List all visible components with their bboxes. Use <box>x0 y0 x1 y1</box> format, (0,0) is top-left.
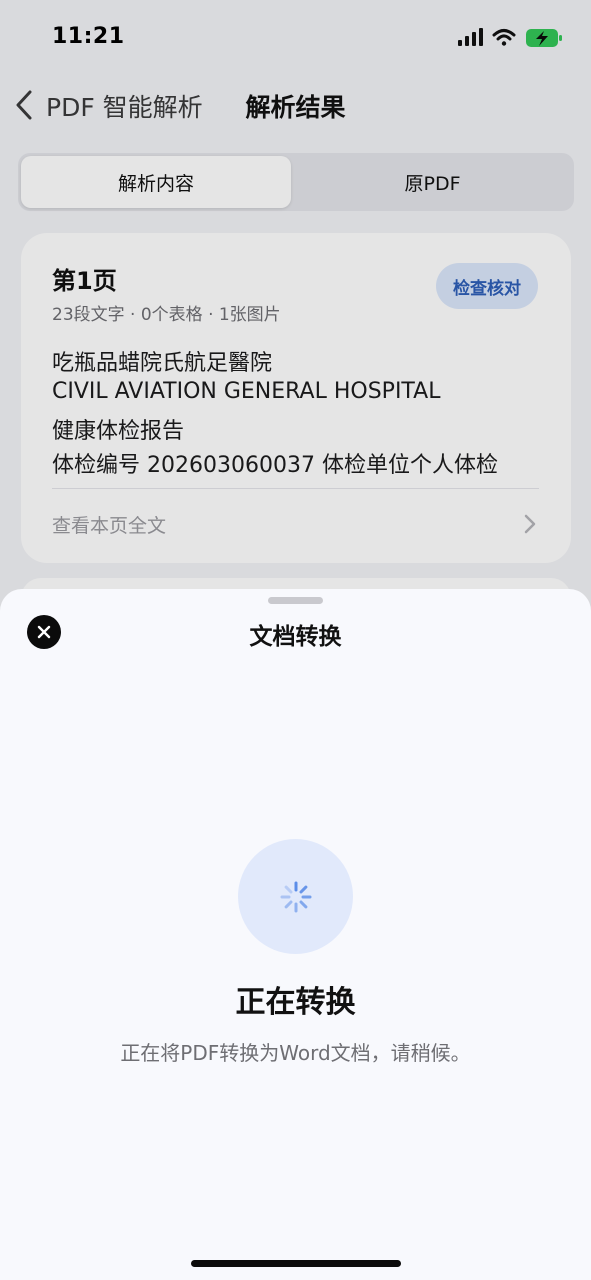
loading-spinner-icon <box>280 881 311 912</box>
document-conversion-sheet: 文档转换 正在转换 正在将PDF转换为Word文档，请稍候。 <box>0 589 591 1280</box>
loading-indicator <box>238 839 353 954</box>
conversion-status-description: 正在将PDF转换为Word文档，请稍候。 <box>120 1041 471 1065</box>
home-indicator[interactable] <box>191 1260 401 1267</box>
sheet-title: 文档转换 <box>249 624 342 650</box>
sheet-grabber[interactable] <box>268 597 323 604</box>
conversion-status-title: 正在转换 <box>235 985 356 1020</box>
